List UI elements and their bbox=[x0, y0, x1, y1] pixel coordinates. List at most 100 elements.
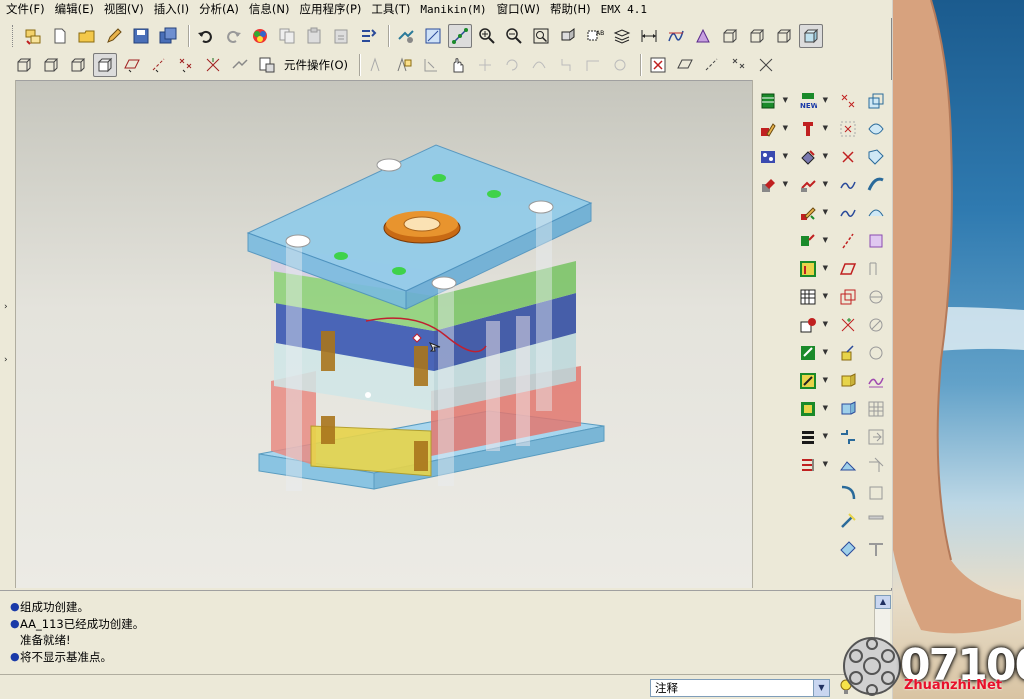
datum-plane-show-icon[interactable] bbox=[673, 53, 697, 77]
gate-tool-icon[interactable]: ▼ bbox=[797, 258, 828, 280]
copy-icon[interactable] bbox=[275, 24, 299, 48]
runner-tool-icon[interactable]: ▼ bbox=[797, 230, 828, 252]
assemble-icon[interactable] bbox=[392, 53, 416, 77]
datum-axis-show-icon[interactable] bbox=[700, 53, 724, 77]
close-window-icon[interactable] bbox=[646, 53, 670, 77]
sketched-curve-icon[interactable] bbox=[837, 174, 859, 196]
draft-tool-icon[interactable] bbox=[837, 538, 859, 560]
datum-axes-toggle-icon[interactable] bbox=[147, 53, 171, 77]
color-appearance-icon[interactable] bbox=[248, 24, 272, 48]
hidden-view-icon[interactable] bbox=[39, 53, 63, 77]
shading-icon[interactable] bbox=[799, 24, 823, 48]
sweep-tool-icon[interactable] bbox=[837, 398, 859, 420]
component-set-icon[interactable]: ▼ bbox=[757, 146, 788, 168]
no-hidden-icon[interactable] bbox=[772, 24, 796, 48]
surface-trim-icon[interactable] bbox=[865, 146, 887, 168]
workpiece-icon[interactable] bbox=[865, 454, 887, 476]
mold-open-icon[interactable] bbox=[865, 510, 887, 532]
component-ops-label[interactable]: 元件操作(O) bbox=[284, 57, 348, 73]
paste-icon[interactable] bbox=[302, 24, 326, 48]
drag-hand-icon[interactable] bbox=[446, 53, 470, 77]
wireframe-view-icon[interactable] bbox=[12, 53, 36, 77]
menu-info[interactable]: 信息(N) bbox=[249, 1, 290, 17]
insert-tool-icon[interactable]: ▼ bbox=[797, 342, 828, 364]
expand-arrow-icon[interactable]: › bbox=[4, 355, 12, 365]
regenerate-icon[interactable] bbox=[356, 24, 380, 48]
skirt-surface-icon[interactable] bbox=[865, 370, 887, 392]
shrinkage-icon[interactable] bbox=[865, 482, 887, 504]
refpart-icon[interactable] bbox=[865, 426, 887, 448]
menu-emx[interactable]: EMX 4.1 bbox=[601, 3, 647, 16]
spin-center-icon[interactable] bbox=[394, 24, 418, 48]
new-file-icon[interactable] bbox=[48, 24, 72, 48]
save-icon[interactable] bbox=[129, 24, 153, 48]
left-collapse-strip[interactable]: › › bbox=[0, 80, 16, 588]
constraint-icon[interactable] bbox=[419, 53, 443, 77]
parting-surface-icon[interactable] bbox=[865, 314, 887, 336]
wireframe-icon[interactable] bbox=[718, 24, 742, 48]
menu-manikin[interactable]: Manikin(M) bbox=[420, 3, 486, 16]
lifter-tool-icon[interactable]: ▼ bbox=[797, 314, 828, 336]
new-component-icon[interactable]: NEW ▼ bbox=[797, 90, 828, 112]
sketch-pencil-icon[interactable]: ▼ bbox=[797, 202, 828, 224]
chevron-down-icon[interactable]: ▼ bbox=[813, 680, 829, 696]
surface-extend-icon[interactable] bbox=[865, 174, 887, 196]
shell-tool-icon[interactable] bbox=[837, 454, 859, 476]
curve-analysis-icon[interactable] bbox=[664, 24, 688, 48]
undo-icon[interactable] bbox=[194, 24, 218, 48]
volume-split-icon[interactable] bbox=[865, 258, 887, 280]
menu-insert[interactable]: 插入(I) bbox=[154, 1, 189, 17]
model-tree-icon[interactable] bbox=[21, 24, 45, 48]
selection-filter-dropdown[interactable]: 注释 ▼ bbox=[650, 679, 830, 697]
component-ops-icon[interactable] bbox=[255, 53, 279, 77]
no-hidden-view-icon[interactable] bbox=[66, 53, 90, 77]
ejector-tools-icon[interactable]: ▼ bbox=[757, 174, 788, 196]
menu-edit[interactable]: 编辑(E) bbox=[55, 1, 94, 17]
scroll-up-arrow-icon[interactable]: ▲ bbox=[875, 595, 891, 609]
redo-icon[interactable] bbox=[221, 24, 245, 48]
shutoff-icon[interactable] bbox=[865, 342, 887, 364]
edit-mold-icon[interactable]: ▼ bbox=[757, 118, 788, 140]
pocket-tool-icon[interactable]: ▼ bbox=[797, 398, 828, 420]
cooling-tool-icon[interactable]: ▼ bbox=[797, 174, 828, 196]
cut-tool-icon[interactable]: ▼ bbox=[797, 370, 828, 392]
datum-axis-tool-icon[interactable] bbox=[837, 230, 859, 252]
saved-views-icon[interactable]: AB bbox=[583, 24, 607, 48]
menu-tools[interactable]: 工具(T) bbox=[371, 1, 410, 17]
extrude-tool-icon[interactable] bbox=[837, 342, 859, 364]
graphics-viewport[interactable] bbox=[16, 80, 752, 588]
curve-icon[interactable] bbox=[837, 202, 859, 224]
round-tool-icon[interactable] bbox=[837, 482, 859, 504]
spin-center-toggle-icon[interactable] bbox=[228, 53, 252, 77]
mold-close-icon[interactable] bbox=[865, 538, 887, 560]
blend-tool-icon[interactable] bbox=[837, 426, 859, 448]
csys-show-icon[interactable] bbox=[754, 53, 778, 77]
surface-merge-icon[interactable] bbox=[865, 118, 887, 140]
bom-tool-icon[interactable]: ▼ bbox=[797, 454, 828, 476]
datum-display-icon[interactable] bbox=[691, 24, 715, 48]
datum-point-field-icon[interactable] bbox=[837, 118, 859, 140]
hidden-line-icon[interactable] bbox=[745, 24, 769, 48]
mold-base-icon[interactable]: ▼ bbox=[757, 90, 788, 112]
split-surface-icon[interactable] bbox=[865, 286, 887, 308]
menu-file[interactable]: 文件(F) bbox=[6, 1, 45, 17]
expand-arrow-icon[interactable]: › bbox=[4, 302, 12, 312]
menu-window[interactable]: 窗口(W) bbox=[497, 1, 540, 17]
zoom-out-icon[interactable] bbox=[502, 24, 526, 48]
paste-special-icon[interactable] bbox=[329, 24, 353, 48]
grid-surface-icon[interactable] bbox=[865, 398, 887, 420]
layers-icon[interactable] bbox=[610, 24, 634, 48]
slider-tool-icon[interactable]: ▼ bbox=[797, 286, 828, 308]
revolve-tool-icon[interactable] bbox=[837, 370, 859, 392]
layered-planes-icon[interactable] bbox=[837, 286, 859, 308]
reorient-icon[interactable] bbox=[556, 24, 580, 48]
datum-axis-icon[interactable] bbox=[448, 24, 472, 48]
refit-icon[interactable] bbox=[529, 24, 553, 48]
surface-offset-icon[interactable] bbox=[865, 202, 887, 224]
csys-toggle-icon[interactable] bbox=[201, 53, 225, 77]
datum-plane-tool-icon[interactable] bbox=[837, 258, 859, 280]
datum-planes-toggle-icon[interactable] bbox=[120, 53, 144, 77]
menu-help[interactable]: 帮助(H) bbox=[550, 1, 591, 17]
ejector-pin-icon[interactable]: ▼ bbox=[797, 118, 828, 140]
datum-point-offset-icon[interactable] bbox=[837, 146, 859, 168]
